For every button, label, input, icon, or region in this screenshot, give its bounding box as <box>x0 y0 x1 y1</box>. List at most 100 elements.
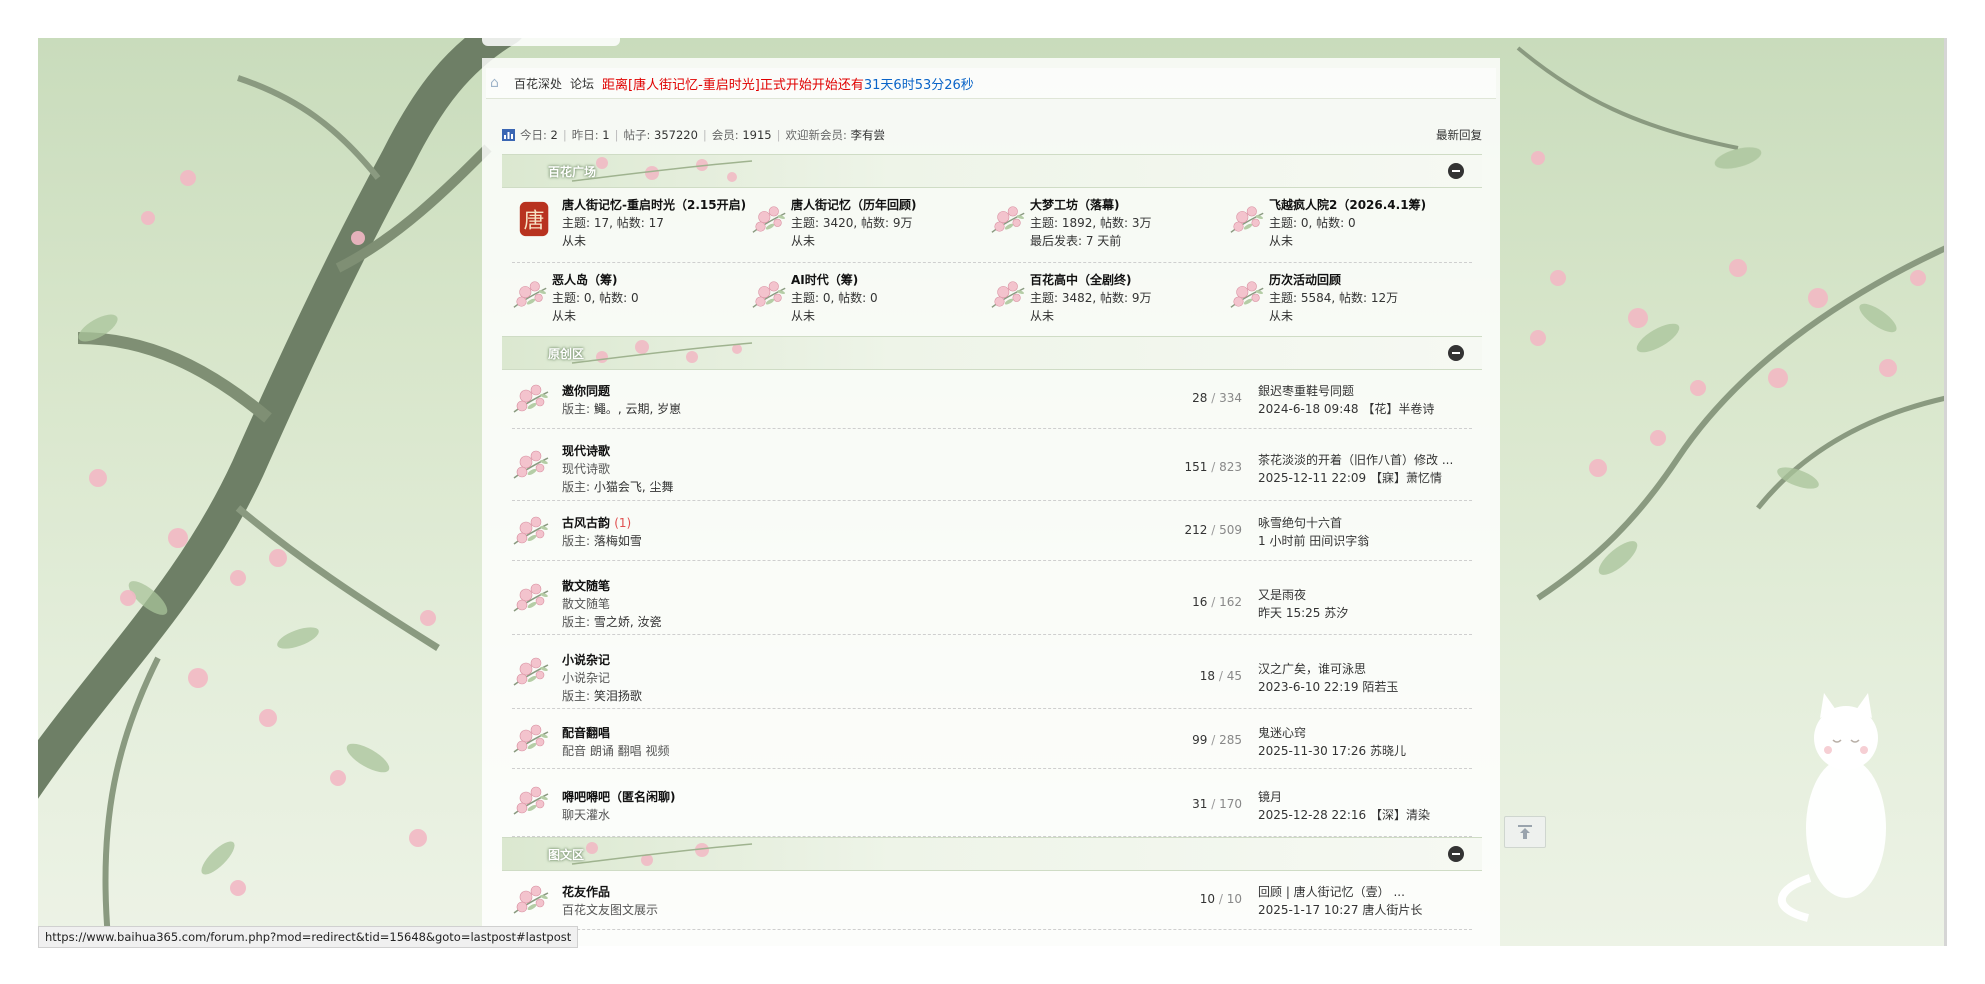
forum-icon-wrap[interactable] <box>990 200 1028 238</box>
forum-icon-wrap[interactable] <box>512 444 552 484</box>
flower-icon <box>991 281 1025 308</box>
thread-post-counts: 99 / 285 <box>1132 733 1242 747</box>
count-separator: / <box>1207 391 1220 405</box>
back-to-top-button[interactable] <box>1504 816 1546 848</box>
count-separator: / <box>1215 892 1227 906</box>
forum-icon-wrap[interactable] <box>512 577 552 617</box>
moderators-links[interactable]: 雪之娇, 汝瓷 <box>594 615 662 629</box>
last-post-meta[interactable]: 昨天 15:25 苏汐 <box>1258 604 1348 621</box>
forum-name-link[interactable]: 大梦工坊（落幕) <box>1030 196 1120 213</box>
forum-row: 花友作品 百花文友图文展示 10 / 10 回顾 | 唐人街记忆（壹） ... 2025… <box>512 869 1472 930</box>
grid-forum-item[interactable]: 历次活动回顾 主题: 5584, 帖数: 12万 从未 <box>1229 271 1467 331</box>
vertical-scrollbar[interactable] <box>1944 38 1947 946</box>
forum-icon-wrap[interactable] <box>512 378 552 418</box>
grid-forum-item[interactable]: 唐唐人街记忆-重启时光（2.15开启) 主题: 17, 帖数: 17 从未 <box>516 196 754 256</box>
forum-icon-wrap[interactable] <box>751 200 789 238</box>
forum-icon-wrap[interactable] <box>512 879 552 919</box>
forum-stats: 主题: 0, 帖数: 0 <box>552 291 639 305</box>
forum-name-text[interactable]: 古风古韵 <box>562 516 610 530</box>
moderators-links[interactable]: 鱦。, 云期, 岁崽 <box>594 402 681 416</box>
forum-icon-wrap[interactable]: 唐 <box>516 200 554 238</box>
forum-last-post[interactable]: 最后发表: 7 天前 <box>1030 232 1121 249</box>
moderators-links[interactable]: 笑泪扬歌 <box>594 689 642 703</box>
forum-name-text[interactable]: 现代诗歌 <box>562 444 610 458</box>
forum-icon-wrap[interactable] <box>1229 275 1267 313</box>
last-post-title-link[interactable]: 鬼迷心窍 <box>1258 724 1306 741</box>
grid-forum-item[interactable]: 大梦工坊（落幕) 主题: 1892, 帖数: 3万 最后发表: 7 天前 <box>990 196 1228 256</box>
last-post-meta[interactable]: 2025-12-28 22:16 【深】清染 <box>1258 806 1430 823</box>
forum-name-link[interactable]: 嘚吧嘚吧（匿名闲聊) <box>562 788 676 805</box>
forum-icon-wrap[interactable] <box>512 780 552 820</box>
forum-last-post: 从未 <box>1269 234 1294 248</box>
forum-name-text[interactable]: 邀你同题 <box>562 384 610 398</box>
forum-name-text[interactable]: 配音翻唱 <box>562 726 610 740</box>
forum-name-link[interactable]: 百花高中（全剧终) <box>1030 271 1132 288</box>
collapse-section-button[interactable] <box>1448 163 1464 179</box>
thread-post-counts: 212 / 509 <box>1132 523 1242 537</box>
grid-forum-item[interactable]: 飞越疯人院2（2026.4.1筹) 主题: 0, 帖数: 0 从未 <box>1229 196 1467 256</box>
forum-icon-wrap[interactable] <box>512 718 552 758</box>
last-post-meta[interactable]: 2025-1-17 10:27 唐人街片长 <box>1258 901 1422 918</box>
count-separator: / <box>1207 595 1220 609</box>
forum-name-link[interactable]: 历次活动回顾 <box>1269 271 1341 288</box>
forum-icon-wrap[interactable] <box>512 651 552 691</box>
forum-description: 聊天灌水 <box>562 808 611 822</box>
forum-description: 现代诗歌 <box>562 462 611 476</box>
forum-name-link[interactable]: 唐人街记忆-重启时光（2.15开启) <box>562 196 746 213</box>
flower-icon <box>513 786 549 815</box>
grid-forum-item[interactable]: 恶人岛（筹) 主题: 0, 帖数: 0 从未 <box>512 271 750 331</box>
forum-moderators: 版主: 笑泪扬歌 <box>562 687 642 704</box>
last-post-title-link[interactable]: 銀迟枣重鞋号同题 <box>1258 382 1354 399</box>
forum-name-link[interactable]: 飞越疯人院2（2026.4.1筹) <box>1269 196 1426 213</box>
forum-name-link[interactable]: 唐人街记忆（历年回顾) <box>791 196 917 213</box>
forum-icon-wrap[interactable] <box>512 275 550 313</box>
last-post-title-link[interactable]: 汉之广矣，谁可泳思 <box>1258 660 1366 677</box>
forum-name-text[interactable]: 花友作品 <box>562 885 610 899</box>
last-post-title-link[interactable]: 回顾 | 唐人街记忆（壹） ... <box>1258 883 1405 900</box>
last-post-meta[interactable]: 2025-12-11 22:09 【寐】萧忆情 <box>1258 469 1442 486</box>
thread-post-counts: 16 / 162 <box>1132 595 1242 609</box>
forum-name-text[interactable]: 小说杂记 <box>562 653 610 667</box>
latest-replies-link[interactable]: 最新回复 <box>1436 127 1482 143</box>
grid-forum-item[interactable]: 百花高中（全剧终) 主题: 3482, 帖数: 9万 从未 <box>990 271 1228 331</box>
newest-member-link[interactable]: 李有尝 <box>851 127 886 143</box>
flower-icon <box>513 281 547 308</box>
forum-name-link[interactable]: 邀你同题 <box>562 382 610 399</box>
forum-name-link[interactable]: AI时代（筹) <box>791 271 858 288</box>
collapse-section-button[interactable] <box>1448 846 1464 862</box>
last-post-meta[interactable]: 2025-11-30 17:26 苏晓儿 <box>1258 742 1406 759</box>
forum-name-link[interactable]: 配音翻唱 <box>562 724 610 741</box>
last-post-meta[interactable]: 2023-6-10 22:19 陌若玉 <box>1258 678 1398 695</box>
forum-name-link[interactable]: 古风古韵 (1) <box>562 514 631 531</box>
last-post-title-link[interactable]: 镜月 <box>1258 788 1282 805</box>
crumb-forum[interactable]: 论坛 <box>570 75 594 92</box>
forum-icon-wrap[interactable] <box>512 510 552 550</box>
moderators-links[interactable]: 小猫会飞, 尘舞 <box>594 480 674 494</box>
home-icon[interactable]: ⌂ <box>490 76 506 90</box>
moderators-links[interactable]: 落梅如雪 <box>594 534 642 548</box>
thread-count: 28 <box>1192 391 1208 405</box>
grid-forum-item[interactable]: 唐人街记忆（历年回顾) 主题: 3420, 帖数: 9万 从未 <box>751 196 989 256</box>
forum-name-text[interactable]: 嘚吧嘚吧（匿名闲聊) <box>562 790 676 804</box>
post-count: 334 <box>1219 391 1242 405</box>
stat-posts-value: 357220 <box>654 128 698 142</box>
forum-name-link[interactable]: 散文随笔 <box>562 577 610 594</box>
last-post-title-link[interactable]: 茶花淡淡的开着（旧作八首）修改 ... <box>1258 451 1453 468</box>
last-post-meta[interactable]: 2024-6-18 09:48 【花】半卷诗 <box>1258 400 1434 417</box>
grid-forum-item[interactable]: AI时代（筹) 主题: 0, 帖数: 0 从未 <box>751 271 989 331</box>
collapse-section-button[interactable] <box>1448 345 1464 361</box>
forum-icon-wrap[interactable] <box>751 275 789 313</box>
last-post-title-link[interactable]: 又是雨夜 <box>1258 586 1306 603</box>
crumb-site[interactable]: 百花深处 <box>514 75 562 92</box>
forum-name-link[interactable]: 恶人岛（筹) <box>552 271 618 288</box>
forum-name-link[interactable]: 花友作品 <box>562 883 610 900</box>
stat-members-value: 1915 <box>742 128 772 142</box>
last-post-title-link[interactable]: 咏雪绝句十六首 <box>1258 514 1342 531</box>
forum-icon-wrap[interactable] <box>1229 200 1267 238</box>
forum-name-link[interactable]: 小说杂记 <box>562 651 610 668</box>
last-post-meta[interactable]: 1 小时前 田间识字翁 <box>1258 532 1369 549</box>
forum-name-text[interactable]: 散文随笔 <box>562 579 610 593</box>
event-notice[interactable]: 距离[唐人街记忆-重启时光]正式开始开始还有 <box>602 74 864 93</box>
forum-name-link[interactable]: 现代诗歌 <box>562 442 610 459</box>
forum-icon-wrap[interactable] <box>990 275 1028 313</box>
